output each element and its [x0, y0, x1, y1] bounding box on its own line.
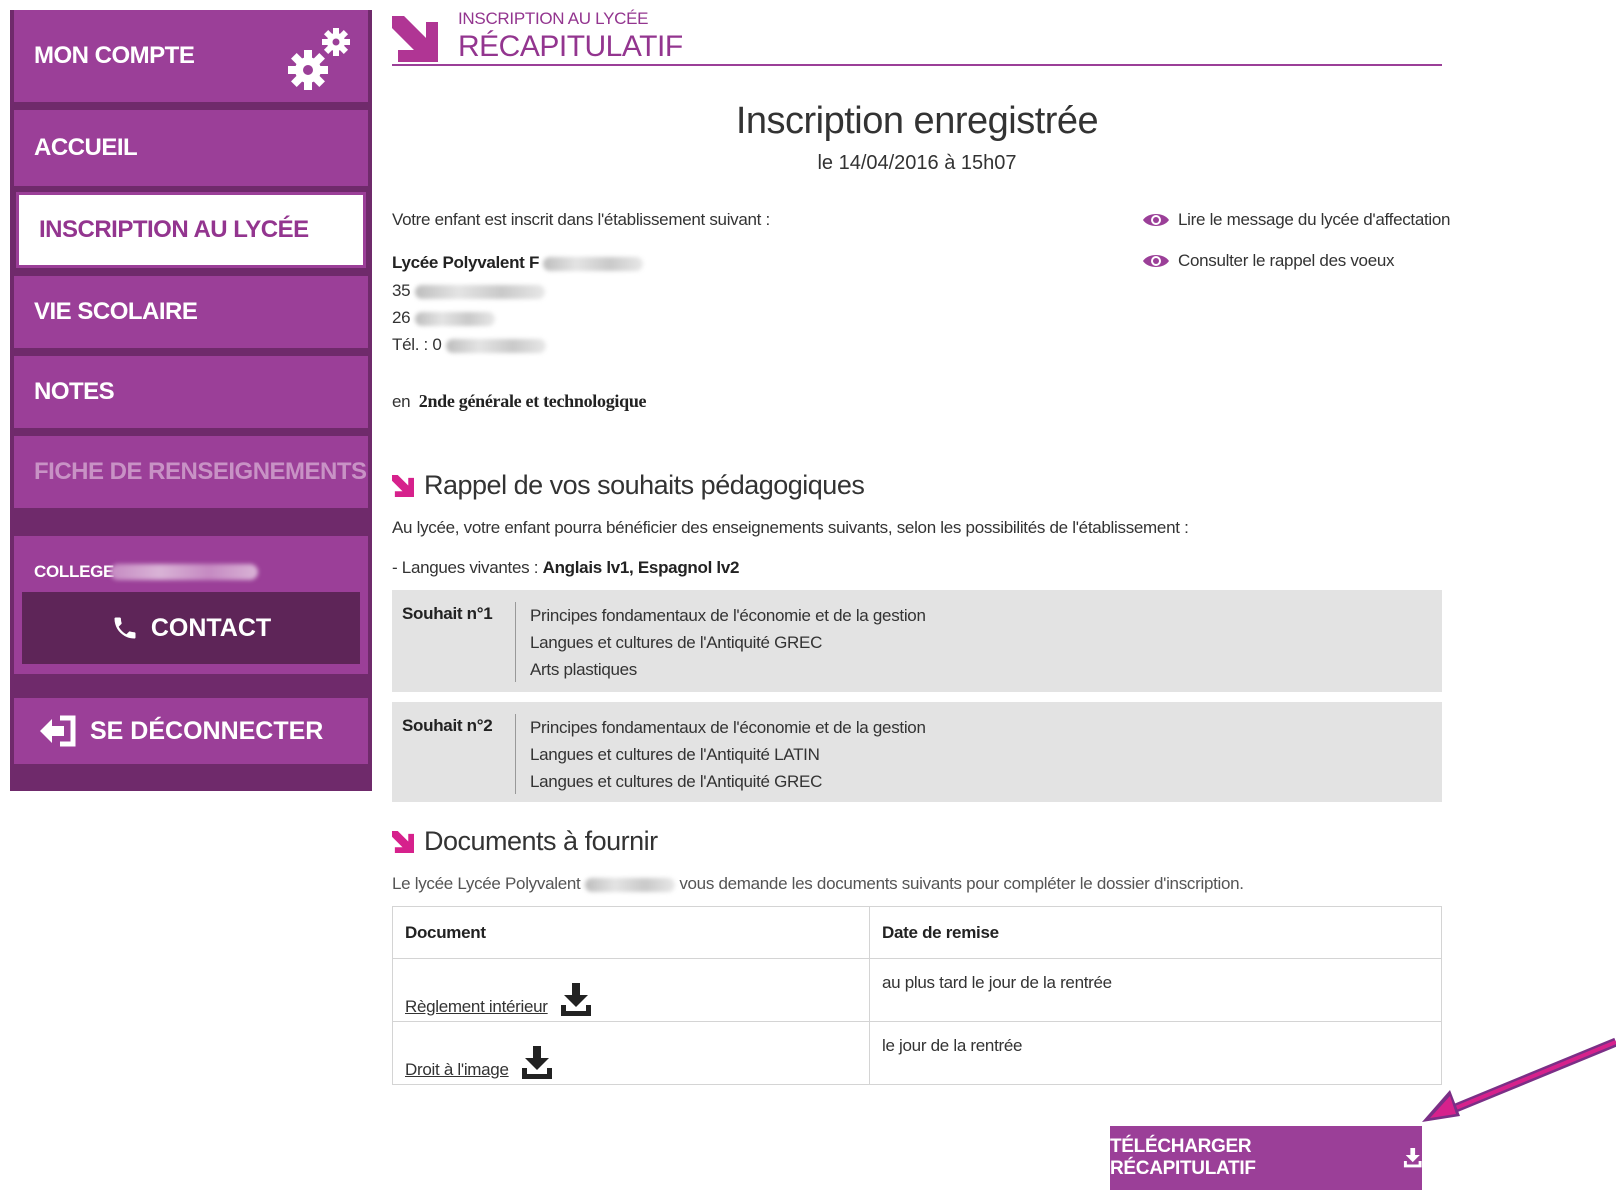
phone-icon — [114, 617, 136, 639]
table-header-row: Document Date de remise — [392, 906, 1442, 959]
class-name: 2nde générale et technologique — [418, 391, 647, 411]
sidebar: MON COMPTE ACCUEIL INSCRIPTION AU LYCÉE … — [10, 10, 372, 791]
wish-items: Principes fondamentaux de l'économie et … — [530, 714, 926, 795]
wish-divider — [515, 714, 516, 794]
languages-label: - Langues vivantes : — [392, 558, 539, 577]
document-cell: Droit à l'image — [392, 1021, 870, 1085]
school-name: Lycée Polyvalent F — [392, 253, 644, 273]
column-header-date: Date de remise — [869, 906, 1442, 959]
wish-label: Souhait n°1 — [402, 604, 493, 623]
nav-mon-compte[interactable]: MON COMPTE — [14, 10, 368, 102]
wish-items: Principes fondamentaux de l'économie et … — [530, 602, 926, 683]
school-name-text: Lycée Polyvalent F — [392, 253, 540, 272]
school-phone-redacted — [446, 338, 547, 353]
documents-intro-prefix: Le lycée Lycée Polyvalent — [392, 874, 581, 893]
wish-item: Principes fondamentaux de l'économie et … — [530, 606, 926, 625]
pointer-arrow-icon — [1422, 1037, 1616, 1122]
wishes-heading-text: Rappel de vos souhaits pédagogiques — [424, 470, 865, 500]
wish-box-2: Souhait n°2 Principes fondamentaux de l'… — [392, 702, 1442, 802]
nav-fiche-renseignements[interactable]: FICHE DE RENSEIGNEMENTS — [14, 436, 368, 508]
school-name-redacted — [584, 877, 675, 892]
wish-item: Langues et cultures de l'Antiquité GREC — [530, 772, 823, 791]
page-section-title: RÉCAPITULATIF — [458, 30, 683, 63]
nav-accueil-label: ACCUEIL — [34, 134, 138, 161]
languages-line: - Langues vivantes : Anglais lv1, Espagn… — [392, 558, 739, 578]
column-header-document: Document — [392, 906, 870, 959]
date-cell: le jour de la rentrée — [869, 1021, 1442, 1085]
logout-button[interactable]: SE DÉCONNECTER — [14, 698, 368, 764]
wishes-intro: Au lycée, votre enfant pourra bénéficier… — [392, 518, 1189, 537]
documents-heading: Documents à fournir — [392, 826, 658, 857]
contact-button-label: CONTACT — [150, 613, 272, 642]
class-line: en 2nde générale et technologique — [392, 391, 647, 412]
table-row: Droit à l'image le jour de la rentrée — [392, 1021, 1442, 1085]
address-line1-redacted — [414, 284, 545, 299]
page-title: Inscription enregistrée — [735, 100, 1099, 142]
nav-inscription-lycee[interactable]: INSCRIPTION AU LYCÉE — [16, 192, 366, 268]
wish-item: Langues et cultures de l'Antiquité LATIN — [530, 745, 820, 764]
school-name-redacted — [543, 256, 644, 271]
nav-vie-scolaire[interactable]: VIE SCOLAIRE — [14, 276, 368, 348]
arrow-icon — [392, 474, 414, 497]
contact-button[interactable]: CONTACT — [22, 592, 360, 664]
nav-notes-label: NOTES — [34, 378, 115, 405]
address-line2-redacted — [414, 311, 495, 326]
school-address-line2: 26 — [392, 308, 495, 328]
class-prefix: en — [392, 392, 411, 411]
eye-icon — [1143, 255, 1169, 267]
wish-item: Langues et cultures de l'Antiquité GREC — [530, 633, 823, 652]
gears-icon — [288, 28, 350, 90]
school-phone-text: Tél. : 0 — [392, 335, 442, 354]
download-icon[interactable] — [560, 983, 592, 1017]
download-icon[interactable] — [521, 1046, 553, 1080]
date-cell: au plus tard le jour de la rentrée — [869, 958, 1442, 1022]
documents-intro-suffix: vous demande les documents suivants pour… — [679, 874, 1244, 893]
document-cell: Règlement intérieur — [392, 958, 870, 1022]
nav-fiche-label: FICHE DE RENSEIGNEMENTS — [34, 458, 367, 485]
wish-box-1: Souhait n°1 Principes fondamentaux de l'… — [392, 590, 1442, 692]
read-message-link[interactable]: Lire le message du lycée d'affectation — [1142, 210, 1451, 230]
wishes-reminder-link-label: Consulter le rappel des voeux — [1178, 251, 1395, 270]
school-address-line1: 35 — [392, 281, 545, 301]
registration-date: le 14/04/2016 à 15h07 — [817, 152, 1017, 174]
download-summary-button[interactable]: TÉLÉCHARGER RÉCAPITULATIF — [1110, 1126, 1422, 1190]
wish-item: Arts plastiques — [530, 660, 637, 679]
nav-vie-scolaire-label: VIE SCOLAIRE — [34, 298, 198, 325]
table-row: Règlement intérieur au plus tard le jour… — [392, 958, 1442, 1022]
nav-notes[interactable]: NOTES — [14, 356, 368, 428]
college-label: COLLEGE — [34, 562, 115, 581]
document-link[interactable]: Règlement intérieur — [405, 997, 548, 1017]
address-line1-text: 35 — [392, 281, 411, 300]
breadcrumb: INSCRIPTION AU LYCÉE — [458, 9, 649, 28]
enrollment-intro: Votre enfant est inscrit dans l'établiss… — [392, 210, 770, 229]
languages-value: Anglais lv1, Espagnol lv2 — [542, 558, 740, 577]
arrow-icon — [392, 16, 438, 62]
nav-accueil[interactable]: ACCUEIL — [14, 110, 368, 186]
logout-label: SE DÉCONNECTER — [90, 716, 324, 745]
download-icon — [1403, 1148, 1422, 1168]
arrow-icon — [392, 830, 414, 853]
download-summary-label: TÉLÉCHARGER RÉCAPITULATIF — [1110, 1136, 1256, 1179]
read-message-link-label: Lire le message du lycée d'affectation — [1178, 210, 1451, 229]
nav-inscription-label: INSCRIPTION AU LYCÉE — [39, 216, 309, 243]
logout-icon — [40, 715, 76, 747]
address-line2-text: 26 — [392, 308, 411, 327]
eye-icon — [1143, 214, 1169, 226]
school-phone: Tél. : 0 — [392, 335, 547, 355]
nav-mon-compte-label: MON COMPTE — [34, 42, 195, 69]
college-name-redacted — [110, 564, 258, 580]
documents-heading-text: Documents à fournir — [424, 826, 658, 856]
document-link[interactable]: Droit à l'image — [405, 1060, 509, 1080]
wish-divider — [515, 602, 516, 682]
documents-intro: Le lycée Lycée Polyvalent vous demande l… — [392, 874, 1244, 894]
college-block: COLLEGE CONTACT — [14, 536, 368, 674]
wish-item: Principes fondamentaux de l'économie et … — [530, 718, 926, 737]
header-divider — [392, 64, 1442, 66]
wishes-heading: Rappel de vos souhaits pédagogiques — [392, 470, 865, 501]
documents-table: Document Date de remise Règlement intéri… — [392, 906, 1442, 1085]
wish-label: Souhait n°2 — [402, 716, 493, 735]
wishes-reminder-link[interactable]: Consulter le rappel des voeux — [1142, 251, 1395, 271]
